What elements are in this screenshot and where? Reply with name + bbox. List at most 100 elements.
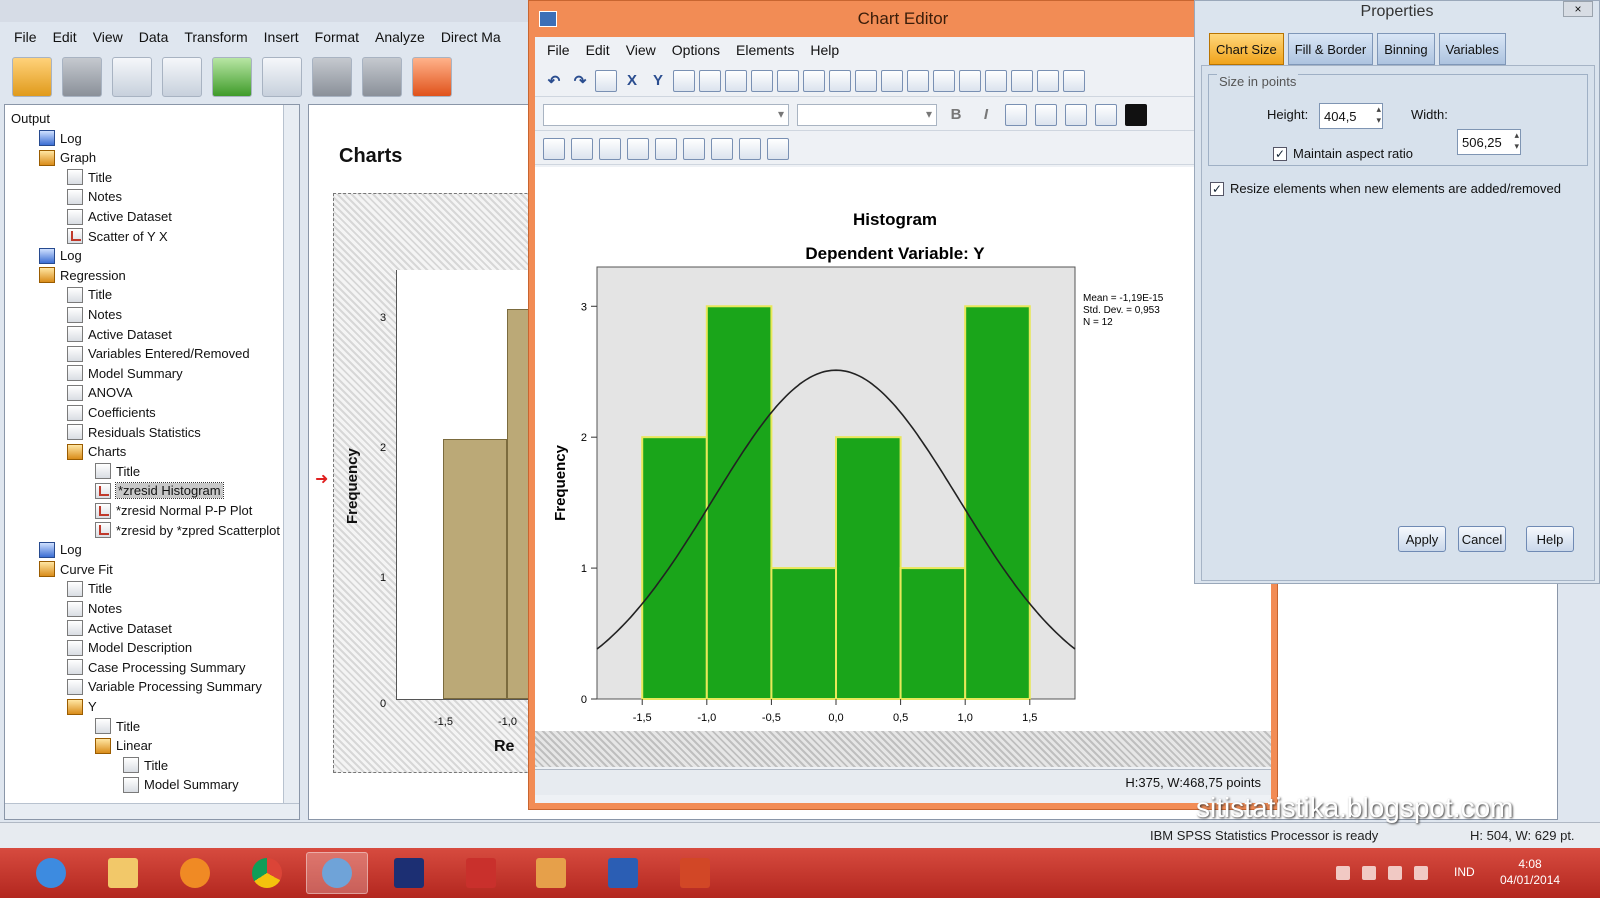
tree-item[interactable]: Scatter of Y X [67,227,168,246]
normal-curve-icon[interactable] [739,137,761,160]
tree-item[interactable]: ANOVA [67,383,133,402]
height-spinner[interactable]: 404,5 [1319,103,1383,129]
grid-icon[interactable] [985,69,1007,92]
taskbar-spss[interactable] [450,852,512,894]
tree-item[interactable]: Residuals Statistics [67,423,201,442]
recall-dialog-icon[interactable] [262,57,302,97]
tree-item[interactable]: Variables Entered/Removed [67,344,250,363]
annotation-icon[interactable] [907,69,929,92]
menu-insert[interactable]: Insert [256,29,307,45]
reference-line-x-icon[interactable] [803,69,825,92]
menu-data[interactable]: Data [131,29,177,45]
action-center-icon[interactable] [1388,866,1402,880]
width-spinner[interactable]: 506,25 [1457,129,1521,155]
bar-chart-icon[interactable] [571,137,593,160]
tree-item[interactable]: Log [39,129,82,148]
dropline-icon[interactable] [711,137,733,160]
tree-item[interactable]: Title [67,168,112,187]
network-icon[interactable] [1362,866,1376,880]
taskbar-chrome[interactable] [236,852,298,894]
chart-canvas[interactable]: Histogram Dependent Variable: Y 0 1 2 3 -1,5 -1… [535,167,1271,767]
taskbar-powerpoint[interactable] [664,852,726,894]
redo-icon[interactable]: ↷ [569,70,591,92]
tree-item[interactable]: *zresid Normal P-P Plot [95,501,252,520]
scale-icon[interactable] [673,69,695,92]
menu-direct-marketing[interactable]: Direct Ma [433,29,509,45]
export-icon[interactable] [212,57,252,97]
editor-menu-options[interactable]: Options [664,42,728,58]
tree-item[interactable]: Active Dataset [67,325,172,344]
lasso-icon[interactable] [751,69,773,92]
taskbar-file-explorer[interactable] [92,852,154,894]
tab-binning[interactable]: Binning [1377,33,1435,65]
tree-item[interactable]: Coefficients [67,403,156,422]
tree-item[interactable]: Notes [67,305,122,324]
tree-item[interactable]: Title [67,579,112,598]
tree-item[interactable]: *zresid by *zpred Scatterplot [95,521,280,540]
tray-clock[interactable]: 4:08 04/01/2014 [1500,856,1560,888]
input-language[interactable]: IND [1454,865,1475,879]
maintain-aspect-checkbox[interactable]: ✓ [1273,147,1287,161]
color-icon[interactable] [1063,69,1085,92]
tree-item[interactable]: Log [39,246,82,265]
tree-item[interactable]: Title [95,717,140,736]
print-preview-icon[interactable] [162,57,202,97]
show-hidden-icons-icon[interactable] [1336,866,1350,880]
outline-vertical-scrollbar[interactable] [283,105,299,819]
menu-view[interactable]: View [85,29,131,45]
close-icon[interactable]: × [1563,1,1593,17]
tree-item[interactable]: Title [123,756,168,775]
tree-item[interactable]: Y [67,697,97,716]
tree-item[interactable]: Charts [67,442,126,461]
transpose-icon[interactable] [1037,69,1059,92]
tree-item[interactable]: Model Description [67,638,192,657]
select-icon[interactable] [725,69,747,92]
tab-variables[interactable]: Variables [1438,33,1506,65]
y-axis-icon[interactable]: Y [647,70,669,92]
tree-item[interactable]: Model Summary [67,364,183,383]
align-center-icon[interactable] [1035,103,1057,126]
tree-item[interactable]: Active Dataset [67,619,172,638]
cancel-button[interactable]: Cancel [1458,526,1506,552]
font-size-combo[interactable] [797,103,937,126]
editor-menu-elements[interactable]: Elements [728,42,802,58]
fit-line-icon[interactable] [855,69,877,92]
text-box-icon[interactable] [933,69,955,92]
data-table-icon[interactable] [543,137,565,160]
resize-elements-checkbox[interactable]: ✓ [1210,182,1224,196]
tree-item[interactable]: Graph [39,148,96,167]
open-folder-icon[interactable] [12,57,52,97]
properties-icon[interactable] [595,69,617,92]
taskbar-internet-explorer[interactable] [20,852,82,894]
line-chart-icon[interactable] [627,137,649,160]
tree-item[interactable]: Linear [95,736,152,755]
tree-item[interactable]: Curve Fit [39,560,113,579]
menu-edit[interactable]: Edit [45,29,85,45]
tree-item[interactable]: Notes [67,187,122,206]
fill-color-swatch[interactable] [1125,103,1147,126]
tab-fill-border[interactable]: Fill & Border [1287,33,1374,65]
menu-analyze[interactable]: Analyze [367,29,433,45]
title-icon[interactable] [881,69,903,92]
clustered-bar-icon[interactable] [599,137,621,160]
scatter-line-icon[interactable] [683,137,705,160]
x-axis-icon[interactable]: X [621,70,643,92]
menu-format[interactable]: Format [307,29,367,45]
font-family-combo[interactable] [543,103,789,126]
help-button[interactable]: Help [1526,526,1574,552]
tab-chart-size[interactable]: Chart Size [1209,33,1284,65]
tree-item[interactable]: Log [39,540,82,559]
menu-file[interactable]: File [6,29,45,45]
volume-icon[interactable] [1414,866,1428,880]
italic-button[interactable]: I [975,104,997,126]
taskbar-stata[interactable] [378,852,440,894]
apply-button[interactable]: Apply [1398,526,1446,552]
tree-item[interactable]: Output [11,109,50,128]
align-left-icon[interactable] [1005,103,1027,126]
align-right-icon[interactable] [1065,103,1087,126]
taskbar-word[interactable] [592,852,654,894]
tree-item[interactable]: Active Dataset [67,207,172,226]
reference-line-y-icon[interactable] [829,69,851,92]
tree-item[interactable]: *zresid Histogram [95,481,224,500]
taskbar-firefox[interactable] [164,852,226,894]
